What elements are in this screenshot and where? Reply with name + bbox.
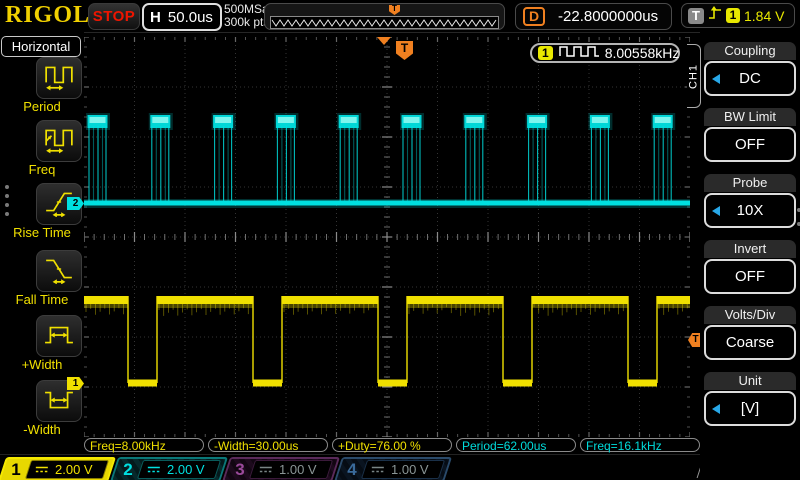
menu-value-invert[interactable]: OFF — [704, 259, 796, 294]
trigger-info-box[interactable]: T 1 1.84 V — [681, 3, 795, 28]
channel-scale-value: 2.00 V — [55, 462, 93, 477]
plus-width-icon — [42, 319, 76, 354]
menu-label-coupling: Coupling — [704, 42, 796, 60]
channel-number: 4 — [340, 459, 364, 480]
measurement-item[interactable]: Freq=8.00kHz — [84, 438, 204, 452]
page-dot — [5, 203, 9, 207]
channel-number: 1 — [4, 459, 28, 480]
status-bar: RIGOL STOP H 50.0us 500MSa/s 300k pts T … — [0, 0, 800, 33]
channel-scale-box: 1.00 V — [361, 460, 445, 479]
delay-label: D — [523, 7, 545, 26]
left-menu-label: Rise Time — [0, 225, 84, 240]
channel-indicator-ch1[interactable]: 1 2.00 V — [0, 457, 116, 480]
menu-label-invert: Invert — [704, 240, 796, 258]
page-dot — [5, 185, 9, 189]
channel-scale-box: 1.00 V — [249, 460, 333, 479]
trigger-label: T — [688, 8, 704, 24]
dc-coupling-icon — [35, 461, 49, 479]
left-menu-label: Period — [0, 99, 84, 114]
trigger-position-icon[interactable] — [377, 37, 391, 45]
menu-value-text: Coarse — [726, 334, 774, 351]
menu-value-unit[interactable]: [V] — [704, 391, 796, 426]
period-icon — [42, 61, 76, 96]
chevron-left-icon — [712, 74, 720, 84]
waveform-preview[interactable]: T — [264, 3, 505, 30]
channel-indicator-ch3[interactable]: 3 1.00 V — [222, 457, 340, 480]
menu-label-volts-div: Volts/Div — [704, 306, 796, 324]
measurement-item[interactable]: Freq=16.1kHz — [580, 438, 700, 452]
counter-value: 8.00558kHz — [605, 45, 680, 61]
menu-value-text: 10X — [737, 202, 764, 219]
preview-waveform-icon — [271, 17, 498, 28]
menu-value-probe[interactable]: 10X — [704, 193, 796, 228]
menu-label-bw-limit: BW Limit — [704, 108, 796, 126]
left-menu-label: Freq — [0, 162, 84, 177]
delay-offset-box[interactable]: D -22.8000000us — [515, 3, 672, 30]
trigger-slope-icon — [708, 5, 722, 26]
dc-coupling-icon — [147, 461, 161, 479]
left-menu-title: Horizontal — [1, 36, 81, 57]
channel-scale-value: 1.00 V — [391, 462, 429, 477]
oscilloscope-screen: RIGOL STOP H 50.0us 500MSa/s 300k pts T … — [0, 0, 800, 480]
channel-indicator-ch4[interactable]: 4 1.00 V — [334, 457, 452, 480]
delay-value: -22.8000000us — [558, 8, 658, 25]
trigger-level-value: 1.84 V — [744, 8, 784, 24]
chevron-left-icon — [712, 404, 720, 414]
left-menu-label: Fall Time — [0, 292, 84, 307]
dc-coupling-icon — [371, 461, 385, 479]
run-stop-status[interactable]: STOP — [88, 3, 140, 30]
trigger-source-badge: 1 — [726, 8, 740, 23]
channel-number: 3 — [228, 459, 252, 480]
left-menu-label: -Width — [0, 422, 84, 437]
menu-label-probe: Probe — [704, 174, 796, 192]
channel-scale-value: 2.00 V — [167, 462, 205, 477]
page-dot — [5, 212, 9, 216]
left-menu-button-period[interactable] — [36, 57, 82, 99]
channel-scale-value: 1.00 V — [279, 462, 317, 477]
menu-value-text: [V] — [741, 400, 759, 417]
scope-display: T 1 8.00558kHz 2 1 T — [84, 37, 690, 437]
menu-channel-tab[interactable]: CH1 — [687, 44, 701, 108]
horizontal-scale-label: H — [150, 9, 161, 26]
measurement-bar: Freq=8.00kHz -Width=30.00us +Duty=76.00 % P… — [84, 438, 704, 454]
menu-value-text: OFF — [735, 268, 765, 285]
channel-status-bar: 1 2.00 V 2 2.00 V 3 1.00 V 4 1.00 V — [0, 454, 800, 480]
measurement-item[interactable]: +Duty=76.00 % — [332, 438, 452, 452]
page-dot — [5, 194, 9, 198]
menu-label-unit: Unit — [704, 372, 796, 390]
channel-indicator-ch2[interactable]: 2 2.00 V — [110, 457, 228, 480]
right-soft-menu: CH1 CouplingDCBW LimitOFFProbe10XInvertO… — [700, 32, 800, 480]
channel-number: 2 — [116, 459, 140, 480]
left-menu-button-fall-time[interactable] — [36, 250, 82, 292]
channel-scale-box: 2.00 V — [25, 460, 109, 479]
frequency-counter-badge: 1 8.00558kHz — [530, 43, 680, 63]
left-menu-button--width[interactable] — [36, 315, 82, 357]
menu-value-text: DC — [739, 70, 761, 87]
left-menu-label: +Width — [0, 357, 84, 372]
counter-channel-badge: 1 — [538, 46, 553, 60]
menu-value-text: OFF — [735, 136, 765, 153]
menu-value-bw-limit[interactable]: OFF — [704, 127, 796, 162]
rigol-logo: RIGOL — [5, 2, 90, 29]
chevron-left-icon — [712, 206, 720, 216]
freq-icon — [42, 124, 76, 159]
left-menu-button-freq[interactable] — [36, 120, 82, 162]
preview-waveform-strip — [270, 16, 499, 29]
graticule-and-waveforms — [84, 37, 690, 437]
channel-scale-box: 2.00 V — [137, 460, 221, 479]
trigger-position-mini-icon[interactable]: T — [389, 5, 400, 15]
measurement-item[interactable]: Period=62.00us — [456, 438, 576, 452]
horizontal-scale-value: 50.0us — [168, 9, 213, 26]
fall-time-icon — [42, 254, 76, 289]
square-wave-icon — [558, 44, 600, 63]
menu-value-coupling[interactable]: DC — [704, 61, 796, 96]
measurement-item[interactable]: -Width=30.00us — [208, 438, 328, 452]
menu-value-volts-div[interactable]: Coarse — [704, 325, 796, 360]
horizontal-scale-box[interactable]: H 50.0us — [142, 3, 222, 31]
dc-coupling-icon — [259, 461, 273, 479]
